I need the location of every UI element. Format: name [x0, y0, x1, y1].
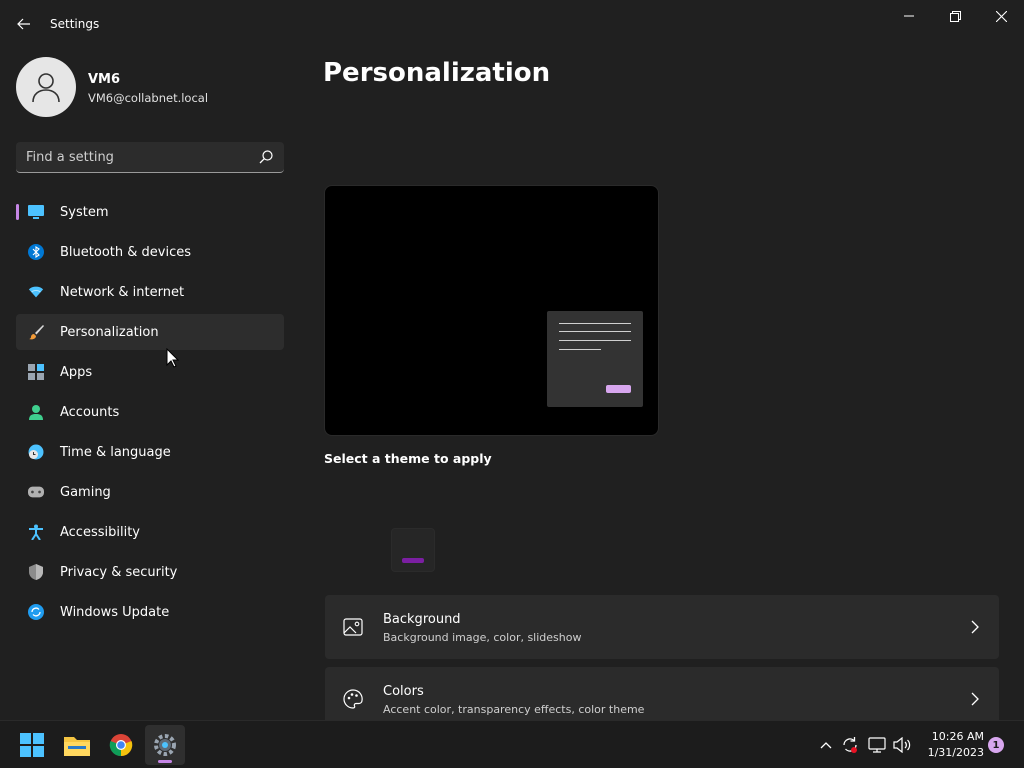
- start-icon: [20, 733, 44, 757]
- back-arrow-icon: [17, 18, 30, 30]
- preview-line: [559, 323, 631, 324]
- minimize-icon: [904, 15, 914, 17]
- image-icon: [343, 618, 363, 636]
- user-name: VM6: [88, 72, 121, 87]
- sidebar-item-label: Accounts: [60, 404, 120, 420]
- preview-window: [547, 311, 643, 407]
- card-title: Colors: [383, 684, 424, 699]
- sidebar-item-label: Gaming: [60, 484, 111, 500]
- sidebar-item-apps[interactable]: Apps: [16, 354, 284, 390]
- sidebar-item-accounts[interactable]: Accounts: [16, 394, 284, 430]
- sidebar-item-label: Privacy & security: [60, 564, 178, 580]
- volume-tray-button[interactable]: [892, 735, 912, 755]
- theme-option[interactable]: [391, 528, 435, 572]
- chrome-icon: [109, 734, 133, 757]
- chevron-right-icon: [971, 692, 979, 706]
- chevron-right-icon: [971, 620, 979, 634]
- sidebar-item-personalization[interactable]: Personalization: [16, 314, 284, 350]
- preview-line: [559, 331, 631, 332]
- card-subtitle: Accent color, transparency effects, colo…: [383, 703, 645, 716]
- notification-badge[interactable]: 1: [988, 737, 1004, 753]
- active-app-indicator: [158, 760, 172, 763]
- back-button[interactable]: [12, 10, 36, 38]
- gamepad-icon: [28, 484, 44, 500]
- close-button[interactable]: [978, 0, 1024, 32]
- system-clock[interactable]: 10:26 AM 1/31/2023: [918, 729, 984, 761]
- monitor-icon: [28, 204, 44, 220]
- close-icon: [995, 10, 1007, 22]
- card-subtitle: Background image, color, slideshow: [383, 631, 582, 644]
- sidebar-item-bluetooth[interactable]: Bluetooth & devices: [16, 234, 284, 270]
- volume-icon: [893, 737, 911, 753]
- brush-icon: [28, 324, 44, 340]
- sidebar-item-label: Apps: [60, 364, 93, 380]
- sidebar-item-label: Bluetooth & devices: [60, 244, 191, 260]
- preview-line: [559, 349, 601, 350]
- chrome-button[interactable]: [101, 725, 141, 765]
- sidebar-item-label: Network & internet: [60, 284, 185, 300]
- sidebar-item-network[interactable]: Network & internet: [16, 274, 284, 310]
- maximize-button[interactable]: [932, 0, 978, 32]
- preview-line: [559, 340, 631, 341]
- sidebar-item-time-language[interactable]: Time & language: [16, 434, 284, 470]
- restore-icon: [949, 10, 961, 22]
- apps-icon: [28, 364, 44, 380]
- accessibility-icon: [28, 524, 44, 540]
- sidebar-item-label: Time & language: [60, 444, 171, 460]
- sync-icon: [843, 737, 857, 753]
- sidebar-item-label: Windows Update: [60, 604, 170, 620]
- person-icon: [32, 73, 60, 103]
- wifi-icon: [28, 284, 44, 300]
- app-title: Settings: [50, 17, 100, 31]
- mouse-cursor-icon: [166, 348, 180, 368]
- network-monitor-icon: [868, 737, 886, 753]
- palette-icon: [343, 689, 363, 709]
- globe-clock-icon: [28, 444, 44, 460]
- theme-preview: [324, 185, 659, 436]
- theme-accent-bar: [402, 558, 424, 563]
- person-icon: [28, 404, 44, 420]
- search-box[interactable]: [16, 142, 284, 173]
- sidebar-item-accessibility[interactable]: Accessibility: [16, 514, 284, 550]
- start-button[interactable]: [12, 725, 52, 765]
- clock-date: 1/31/2023: [927, 746, 984, 759]
- sidebar-nav: System Bluetooth & devices Network & int…: [16, 194, 284, 634]
- clock-time: 10:26 AM: [931, 730, 984, 743]
- sidebar-item-gaming[interactable]: Gaming: [16, 474, 284, 510]
- settings-icon: [154, 734, 176, 756]
- search-icon[interactable]: [258, 149, 274, 165]
- file-explorer-button[interactable]: [57, 725, 97, 765]
- background-setting[interactable]: Background Background image, color, slid…: [325, 595, 999, 659]
- search-input[interactable]: [16, 142, 246, 172]
- select-theme-label: Select a theme to apply: [324, 451, 492, 466]
- taskbar: 10:26 AM 1/31/2023 1: [0, 720, 1024, 768]
- sidebar-item-label: Accessibility: [60, 524, 140, 540]
- title-bar: Settings: [0, 0, 1024, 48]
- page-title: Personalization: [323, 58, 551, 88]
- bluetooth-icon: [28, 244, 44, 260]
- update-icon: [28, 604, 44, 620]
- sidebar-item-system[interactable]: System: [16, 194, 284, 230]
- sidebar-item-windows-update[interactable]: Windows Update: [16, 594, 284, 630]
- show-hidden-icons-button[interactable]: [816, 735, 836, 755]
- shield-icon: [28, 564, 44, 580]
- colors-setting[interactable]: Colors Accent color, transparency effect…: [325, 667, 999, 720]
- settings-taskbar-button[interactable]: [145, 725, 185, 765]
- card-title: Background: [383, 612, 461, 627]
- chevron-up-icon: [820, 742, 832, 749]
- sidebar-item-label: Personalization: [60, 324, 159, 340]
- selection-indicator: [16, 204, 19, 220]
- file-explorer-icon: [64, 737, 90, 756]
- avatar[interactable]: [16, 57, 76, 117]
- sidebar-item-privacy-security[interactable]: Privacy & security: [16, 554, 284, 590]
- minimize-button[interactable]: [886, 0, 932, 32]
- sync-tray-button[interactable]: [840, 735, 860, 755]
- sidebar-item-label: System: [60, 204, 109, 220]
- network-tray-button[interactable]: [867, 735, 887, 755]
- preview-button: [606, 385, 631, 393]
- user-email: VM6@collabnet.local: [88, 91, 209, 105]
